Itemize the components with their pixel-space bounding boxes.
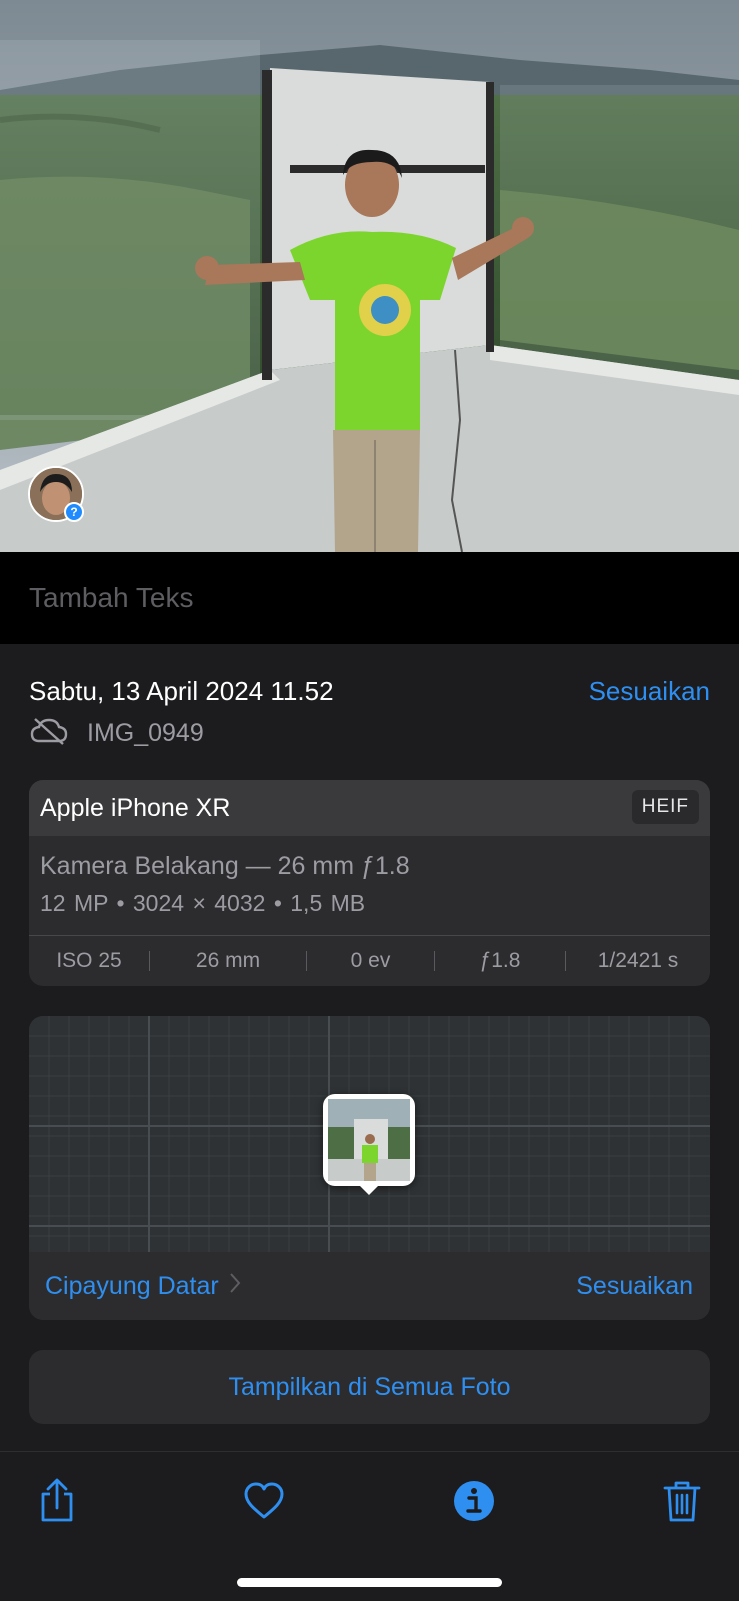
- show-in-all-photos-button[interactable]: Tampilkan di Semua Foto: [29, 1350, 710, 1424]
- camera-model: Apple iPhone XR: [40, 794, 231, 822]
- cloud-slash-icon: [29, 716, 69, 751]
- camera-header: Apple iPhone XR HEIF: [29, 780, 710, 836]
- home-indicator[interactable]: [237, 1578, 502, 1587]
- lens-info: Kamera Belakang — 26 mm ƒ1.8: [40, 852, 410, 880]
- trash-icon[interactable]: [657, 1476, 707, 1526]
- unknown-person-icon: ?: [64, 502, 84, 522]
- location-name: Cipayung Datar: [45, 1272, 219, 1300]
- adjust-date-button[interactable]: Sesuaikan: [589, 676, 710, 707]
- show-all-label: Tampilkan di Semua Foto: [228, 1372, 511, 1401]
- exif-row: ISO 25 26 mm 0 ev ƒ1.8 1/2421 s: [29, 936, 710, 986]
- filename-row: IMG_0949: [29, 716, 204, 750]
- share-icon[interactable]: [32, 1476, 82, 1526]
- heart-icon[interactable]: [239, 1476, 289, 1526]
- location-link[interactable]: Cipayung Datar: [45, 1272, 241, 1301]
- format-badge: HEIF: [631, 790, 699, 824]
- map-view[interactable]: [29, 1016, 710, 1252]
- exif-aperture: ƒ1.8: [479, 949, 521, 972]
- photo-image: [0, 0, 739, 552]
- image-specs: 12 MP • 3024 × 4032 • 1,5 MB: [40, 890, 366, 916]
- photo-preview[interactable]: ?: [0, 0, 739, 552]
- caption-placeholder: Tambah Teks: [29, 582, 194, 613]
- info-icon[interactable]: [449, 1476, 499, 1526]
- photo-date: Sabtu, 13 April 2024 11.52: [29, 676, 334, 706]
- exif-shutter: 1/2421 s: [597, 949, 679, 972]
- photo-location-pin[interactable]: [323, 1094, 415, 1186]
- adjust-location-button[interactable]: Sesuaikan: [576, 1272, 693, 1301]
- filename: IMG_0949: [87, 718, 204, 747]
- chevron-right-icon: [229, 1272, 241, 1301]
- camera-info-card: Apple iPhone XR HEIF Kamera Belakang — 2…: [29, 780, 710, 986]
- map-footer: Cipayung Datar Sesuaikan: [29, 1252, 710, 1320]
- exif-ev: 0 ev: [350, 949, 391, 972]
- exif-focal: 26 mm: [195, 949, 261, 972]
- exif-iso: ISO 25: [56, 949, 122, 972]
- caption-field[interactable]: Tambah Teks: [0, 552, 739, 644]
- location-map-card[interactable]: Cipayung Datar Sesuaikan: [29, 1016, 710, 1320]
- pin-pointer: [358, 1184, 380, 1195]
